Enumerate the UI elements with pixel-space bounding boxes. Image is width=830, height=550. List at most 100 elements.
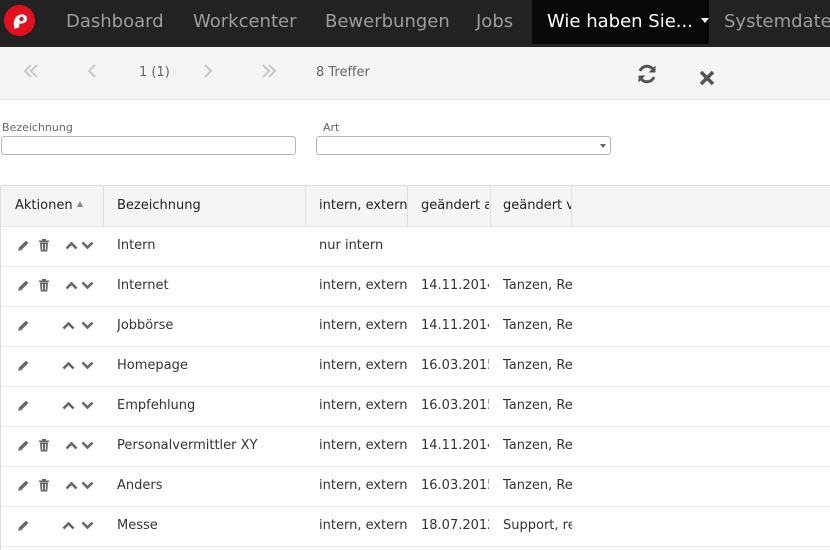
- move-up-icon[interactable]: [62, 321, 76, 335]
- edit-icon[interactable]: [17, 439, 31, 453]
- move-down-icon[interactable]: [81, 441, 95, 455]
- cell-geaendert-am: 14.11.2014: [421, 278, 489, 293]
- nav-jobs[interactable]: Jobs: [476, 0, 513, 44]
- cell-geaendert-am: 14.11.2014: [421, 438, 489, 453]
- select-arrow-icon: [600, 144, 606, 148]
- delete-icon[interactable]: [38, 279, 52, 293]
- table-row[interactable]: Internet intern, extern 14.11.2014 Tanzen, …: [1, 266, 830, 307]
- table-row[interactable]: Jobbörse intern, extern 14.11.2014 Tanzen, …: [1, 306, 830, 347]
- col-bezeichnung[interactable]: Bezeichnung: [117, 186, 303, 226]
- cell-bezeichnung: Anders: [117, 478, 163, 493]
- last-page-icon[interactable]: [261, 60, 277, 85]
- cell-art: nur intern: [319, 238, 384, 253]
- cell-art: intern, extern: [319, 398, 407, 413]
- move-up-icon[interactable]: [62, 361, 76, 375]
- table-row[interactable]: Intern nur intern: [1, 226, 830, 267]
- move-down-icon[interactable]: [81, 361, 95, 375]
- pagination-toolbar: 1 (1) 8 Treffer: [0, 47, 830, 100]
- cell-bezeichnung: Messe: [117, 518, 158, 533]
- first-page-icon[interactable]: [23, 60, 39, 85]
- edit-icon[interactable]: [17, 399, 31, 413]
- column-separator: [490, 186, 491, 226]
- art-filter-label: Art: [323, 121, 340, 134]
- nav-wie-haben-sie-label: Wie haben Sie...: [547, 11, 693, 32]
- cell-art: intern, extern: [319, 518, 407, 533]
- move-up-icon[interactable]: [65, 241, 79, 255]
- cell-geaendert-von: Tanzen, Ret: [503, 278, 572, 293]
- edit-icon[interactable]: [17, 359, 31, 373]
- column-separator: [305, 186, 306, 226]
- cell-geaendert-von: Support, re: [503, 518, 572, 533]
- col-intern-extern[interactable]: intern, extern: [319, 186, 407, 226]
- nav-wie-haben-sie-dropdown[interactable]: Wie haben Sie...: [532, 0, 709, 44]
- table-row[interactable]: Empfehlung intern, extern 16.03.2015 Tanzen…: [1, 386, 830, 427]
- cell-bezeichnung: Homepage: [117, 358, 188, 373]
- col-geaendert-von[interactable]: geändert v: [503, 186, 571, 226]
- edit-icon[interactable]: [17, 279, 31, 293]
- caret-down-icon: [700, 17, 709, 23]
- cell-geaendert-von: Tanzen, Ret: [503, 318, 572, 333]
- edit-icon[interactable]: [17, 479, 31, 493]
- nav-systemdaten[interactable]: Systemdaten: [724, 0, 830, 44]
- table-header: Aktionen Bezeichnung intern, extern geän…: [1, 185, 830, 227]
- sort-ascending-icon: [76, 200, 83, 207]
- cell-bezeichnung: Empfehlung: [117, 398, 196, 413]
- next-page-icon[interactable]: [202, 60, 214, 85]
- table-row[interactable]: Messe intern, extern 18.07.2012 Support, re: [1, 506, 830, 547]
- move-up-icon[interactable]: [65, 281, 79, 295]
- column-separator: [571, 186, 572, 226]
- edit-icon[interactable]: [17, 239, 31, 253]
- col-aktionen[interactable]: Aktionen: [15, 186, 103, 226]
- cell-bezeichnung: Intern: [117, 238, 156, 253]
- hit-count: 8 Treffer: [316, 65, 370, 80]
- page-info: 1 (1): [139, 65, 170, 80]
- move-down-icon[interactable]: [81, 281, 95, 295]
- move-up-icon[interactable]: [65, 441, 79, 455]
- cell-geaendert-am: 14.11.2014: [421, 318, 489, 333]
- move-down-icon[interactable]: [81, 321, 95, 335]
- delete-icon[interactable]: [38, 479, 52, 493]
- cell-bezeichnung: Internet: [117, 278, 169, 293]
- cell-geaendert-am: 16.03.2015: [421, 358, 489, 373]
- bezeichnung-filter-label: Bezeichnung: [2, 121, 73, 134]
- cell-bezeichnung: Personalvermittler XY: [117, 438, 258, 453]
- brand-logo[interactable]: [4, 5, 35, 36]
- top-navbar: Dashboard Workcenter Bewerbungen Jobs Wi…: [0, 0, 830, 47]
- nav-bewerbungen[interactable]: Bewerbungen: [325, 0, 450, 44]
- delete-icon[interactable]: [38, 239, 52, 253]
- nav-dashboard[interactable]: Dashboard: [66, 0, 164, 44]
- cell-geaendert-von: [503, 226, 572, 266]
- cell-geaendert-am: [421, 226, 489, 266]
- edit-icon[interactable]: [17, 519, 31, 533]
- bezeichnung-filter-input[interactable]: [1, 136, 296, 155]
- table-row[interactable]: Personalvermittler XY intern, extern 14.11…: [1, 426, 830, 467]
- move-up-icon[interactable]: [62, 521, 76, 535]
- cell-art: intern, extern: [319, 278, 407, 293]
- move-down-icon[interactable]: [81, 401, 95, 415]
- col-geaendert-am[interactable]: geändert a: [421, 186, 489, 226]
- cell-geaendert-von: Tanzen, Ret: [503, 478, 572, 493]
- table-row[interactable]: Anders intern, extern 16.03.2015 Tanzen, Re…: [1, 466, 830, 507]
- delete-icon[interactable]: [38, 439, 52, 453]
- move-down-icon[interactable]: [81, 241, 95, 255]
- edit-icon[interactable]: [17, 319, 31, 333]
- cell-art: intern, extern: [319, 318, 407, 333]
- cell-geaendert-am: 16.03.2015: [421, 478, 489, 493]
- move-up-icon[interactable]: [65, 481, 79, 495]
- art-filter-select[interactable]: [316, 136, 611, 155]
- table-row[interactable]: Homepage intern, extern 16.03.2015 Tanzen, …: [1, 346, 830, 387]
- cell-geaendert-am: 16.03.2015: [421, 398, 489, 413]
- cell-art: intern, extern: [319, 438, 407, 453]
- nav-workcenter[interactable]: Workcenter: [193, 0, 297, 44]
- close-icon[interactable]: [699, 67, 715, 92]
- cell-geaendert-von: Tanzen, Ret: [503, 398, 572, 413]
- cell-geaendert-am: 18.07.2012: [421, 518, 489, 533]
- prev-page-icon[interactable]: [86, 60, 98, 85]
- cell-geaendert-von: Tanzen, Ret: [503, 358, 572, 373]
- refresh-icon[interactable]: [636, 63, 658, 91]
- move-down-icon[interactable]: [81, 481, 95, 495]
- cell-bezeichnung: Jobbörse: [117, 318, 174, 333]
- cell-geaendert-von: Tanzen, Ret: [503, 438, 572, 453]
- move-down-icon[interactable]: [81, 521, 95, 535]
- move-up-icon[interactable]: [62, 401, 76, 415]
